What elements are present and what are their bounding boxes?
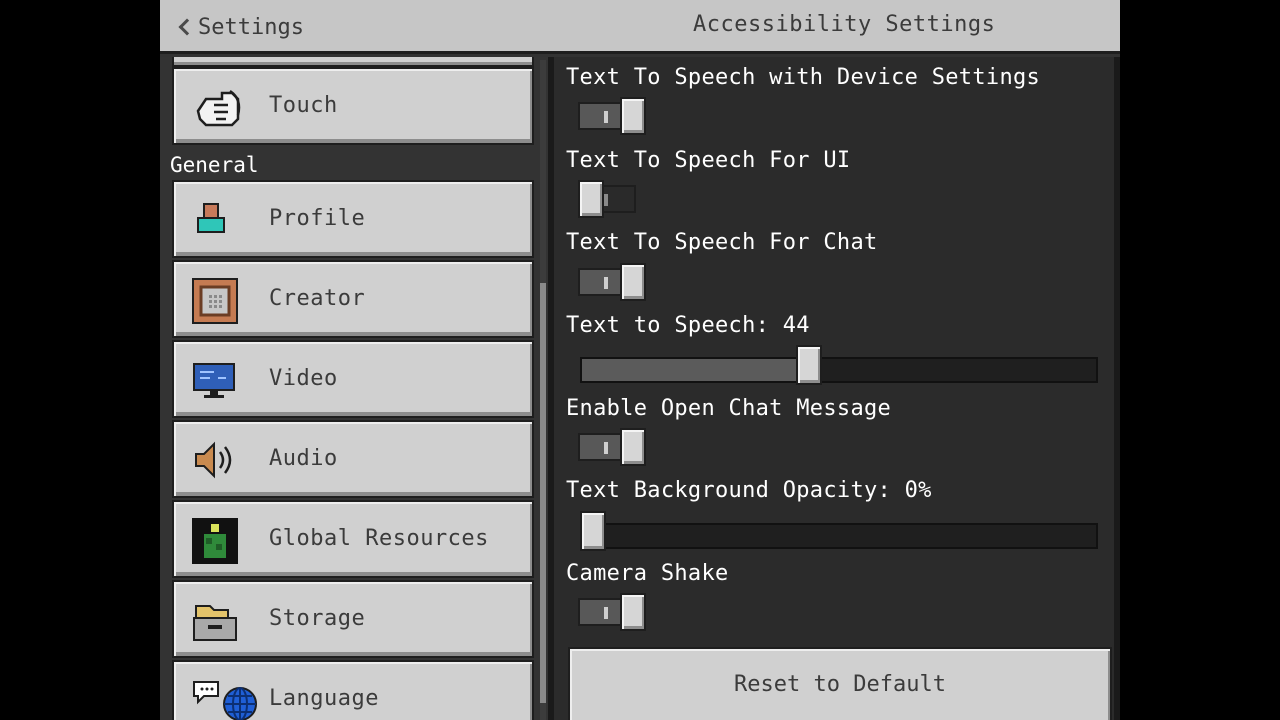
sidebar-item-profile[interactable]: Profile [172,180,534,258]
touch-icon [192,85,241,129]
command-block-icon [192,278,238,324]
section-heading-general: General [170,153,259,177]
toggle-knob[interactable] [620,97,646,135]
sidebar-item-label: Profile [269,206,366,231]
sidebar-item-storage[interactable]: Storage [172,580,534,658]
settings-window: Settings Accessibility Settings Touch Ge… [160,0,1120,720]
toggle-knob[interactable] [620,593,646,631]
tts-chat-toggle[interactable] [578,263,646,301]
tts-device-toggle[interactable] [578,97,646,135]
sidebar-item-creator[interactable]: Creator [172,260,534,338]
sidebar-item-label: Video [269,366,338,391]
header-bar: Settings Accessibility Settings [160,0,1120,54]
sidebar-item-label: Storage [269,606,366,631]
toggle-mark [604,607,608,619]
toggle-mark [604,277,608,289]
text-bg-opacity-label: Text Background Opacity: 0% [566,478,932,503]
sidebar-item-label: Audio [269,446,338,471]
slider-fill [580,357,798,383]
chevron-left-icon [178,19,188,35]
sidebar-item-partial[interactable] [172,57,534,67]
sidebar-scrollbar-thumb[interactable] [540,283,546,703]
tts-ui-label: Text To Speech For UI [566,148,851,173]
sidebar-item-video[interactable]: Video [172,340,534,418]
sidebar-item-touch[interactable]: Touch [172,67,534,145]
slider-thumb[interactable] [580,511,606,551]
open-chat-label: Enable Open Chat Message [566,396,892,421]
tts-ui-toggle[interactable] [578,180,644,218]
reset-to-default-button[interactable]: Reset to Default [568,647,1112,720]
toggle-mark [604,111,608,123]
settings-scrollbar[interactable] [1114,57,1120,720]
settings-panel: Text To Speech with Device Settings Text… [554,57,1120,720]
page-title: Accessibility Settings [693,12,996,37]
camera-shake-toggle[interactable] [578,593,646,631]
language-icon [192,678,257,720]
tts-volume-slider[interactable] [580,345,1098,385]
profile-icon [192,198,238,242]
slider-track [580,523,1098,549]
toggle-knob[interactable] [578,180,604,218]
sidebar-item-global-resources[interactable]: Global Resources [172,500,534,578]
toggle-mark [604,442,608,454]
sidebar-item-label: Touch [269,93,338,118]
open-chat-toggle[interactable] [578,428,646,466]
text-bg-opacity-slider[interactable] [580,511,1098,551]
monitor-icon [192,358,238,402]
camera-shake-label: Camera Shake [566,561,729,586]
sidebar-item-label: Creator [269,286,366,311]
toggle-knob[interactable] [620,263,646,301]
resource-pack-icon [192,518,238,564]
back-button[interactable]: Settings [178,10,304,44]
sidebar: Touch General Profile Creator Video Audi… [160,57,548,720]
tts-volume-label: Text to Speech: 44 [566,313,810,338]
sidebar-item-label: Global Resources [269,526,489,551]
toggle-knob[interactable] [620,428,646,466]
speaker-icon [192,438,238,482]
sidebar-item-label: Language [269,686,379,711]
sidebar-item-language[interactable]: Language [172,660,534,720]
tts-device-label: Text To Speech with Device Settings [566,65,1041,90]
slider-thumb[interactable] [796,345,822,385]
tts-chat-label: Text To Speech For Chat [566,230,878,255]
storage-icon [192,598,238,642]
toggle-mark [604,194,608,206]
sidebar-item-audio[interactable]: Audio [172,420,534,498]
back-label: Settings [198,14,304,40]
